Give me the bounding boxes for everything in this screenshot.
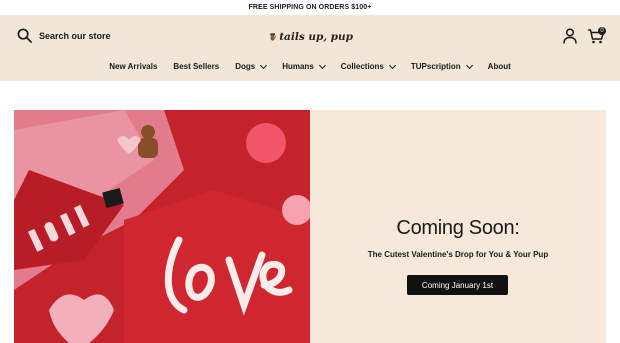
announcement-bar: FREE SHIPPING ON ORDERS $100+ [0,0,620,15]
site-header: Search our store tails up, pup 0 New Arr… [0,15,620,81]
hero-title: Coming Soon: [396,217,520,239]
account-icon[interactable] [563,28,577,44]
nav-item-humans[interactable]: Humans [282,61,326,71]
search-label: Search our store [39,30,111,41]
logo-text: tails up, pup [279,31,353,43]
hero-subtitle: The Cutest Valentine's Drop for You & Yo… [367,250,549,259]
valentine-sweaters-photo [14,110,310,343]
hero-panel: Coming Soon: The Cutest Valentine's Drop… [310,110,606,343]
nav-item-label: Best Sellers [173,62,220,71]
announcement-text: FREE SHIPPING ON ORDERS $100+ [248,4,372,11]
nav-item-dogs[interactable]: Dogs [235,61,268,71]
nav-item-label: Humans [282,62,314,71]
main-nav: New Arrivals Best Sellers Dogs Humans Co… [0,61,620,71]
dog-logo-icon [270,33,276,41]
coming-soon-button[interactable]: Coming January 1st [407,275,508,295]
nav-item-about[interactable]: About [488,62,511,71]
chevron-down-icon [388,61,396,69]
chevron-down-icon [318,61,326,69]
nav-item-label: New Arrivals [109,62,158,71]
nav-item-label: About [487,62,511,71]
cart-count-badge: 0 [598,27,606,35]
logo[interactable]: tails up, pup [269,23,353,51]
nav-item-collections[interactable]: Collections [340,61,396,71]
nav-item-label: Collections [340,62,384,71]
nav-item-label: Dogs [235,62,256,71]
search-button[interactable]: Search our store [17,28,111,43]
nav-item-tupscription[interactable]: TUPscription [410,61,473,71]
search-icon [17,28,32,43]
nav-item-label: TUPscription [410,62,461,71]
nav-item-new-arrivals[interactable]: New Arrivals [109,62,157,71]
chevron-down-icon [465,61,473,69]
nav-item-best-sellers[interactable]: Best Sellers [173,62,219,71]
chevron-down-icon [260,61,268,69]
hero-image [14,110,310,343]
